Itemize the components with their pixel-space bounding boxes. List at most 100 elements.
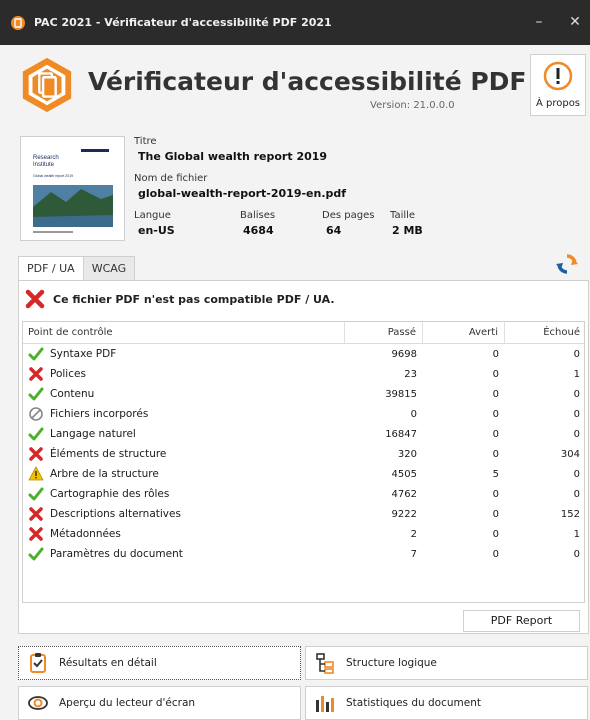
check-icon [28,347,44,361]
pages-value: 64 [326,224,342,237]
checkpoint-name: Fichiers incorporés [50,408,149,420]
cross-icon [29,367,43,381]
app-header: Vérificateur d'accessibilité PDF 2021 Ve… [0,45,590,125]
failed-cell: 1 [573,528,580,540]
title-bar: PAC 2021 - Vérificateur d'accessibilité … [0,0,590,45]
checkpoint-name: Paramètres du document [50,548,183,560]
passed-cell: 39815 [385,388,417,400]
eye-icon [28,696,48,710]
pages-label: Des pages [322,210,375,221]
app-title: Vérificateur d'accessibilité PDF 2021 [88,67,590,96]
minimize-button[interactable]: – [524,12,554,32]
failed-cell: 0 [573,388,580,400]
tab-pdf-ua[interactable]: PDF / UA [18,256,84,281]
checkpoint-cell: Contenu [23,386,345,402]
failed-cell: 0 [573,408,580,420]
passed-cell: 7 [410,548,417,560]
warned-cell: 0 [492,428,499,440]
pdf-report-button[interactable]: PDF Report [463,610,580,632]
logical-structure-label: Structure logique [346,657,437,669]
tags-label: Balises [240,210,276,221]
tags-value: 4684 [243,224,274,237]
header-failed[interactable]: Échoué [505,322,584,343]
warned-cell: 0 [492,508,499,520]
standard-tabs: PDF / UA WCAG [18,256,136,281]
tab-wcag[interactable]: WCAG [82,256,136,280]
checkpoint-cell: Paramètres du document [23,546,345,562]
table-row[interactable]: Contenu 39815 0 0 [23,384,584,404]
passed-cell: 23 [404,368,417,380]
filename-label: Nom de fichier [134,173,208,184]
failed-cell: 1 [573,368,580,380]
table-row[interactable]: Métadonnées 2 0 1 [23,524,584,544]
table-row[interactable]: Cartographie des rôles 4762 0 0 [23,484,584,504]
passed-cell: 9222 [391,508,417,520]
passed-cell: 9698 [391,348,417,360]
checkpoint-name: Arbre de la structure [50,468,159,480]
cross-icon [29,507,43,521]
warning-icon [28,466,44,481]
warned-cell: 0 [492,528,499,540]
logical-structure-button[interactable]: Structure logique [305,646,588,680]
header-checkpoint[interactable]: Point de contrôle [23,322,345,343]
fail-cross-icon [25,289,45,309]
warned-cell: 0 [492,448,499,460]
checkpoints-table: Point de contrôle Passé Averti Échoué Sy… [22,321,585,603]
close-button[interactable]: ✕ [560,12,590,32]
table-row[interactable]: Éléments de structure 320 0 304 [23,444,584,464]
passed-cell: 16847 [385,428,417,440]
window-title: PAC 2021 - Vérificateur d'accessibilité … [34,16,332,29]
header-warned[interactable]: Averti [423,322,505,343]
checkpoint-name: Langage naturel [50,428,136,440]
table-row[interactable]: Paramètres du document 7 0 0 [23,544,584,564]
table-row[interactable]: Arbre de la structure 4505 5 0 [23,464,584,484]
title-value: The Global wealth report 2019 [138,150,328,163]
detailed-results-button[interactable]: Résultats en détail [18,646,301,680]
checkpoint-cell: Syntaxe PDF [23,346,345,362]
passed-cell: 4505 [391,468,417,480]
screen-reader-preview-button[interactable]: Aperçu du lecteur d'écran [18,686,301,720]
svg-text:Global wealth report 2019: Global wealth report 2019 [33,174,73,178]
table-row[interactable]: Fichiers incorporés 0 0 0 [23,404,584,424]
checkpoint-name: Cartographie des rôles [50,488,170,500]
table-header: Point de contrôle Passé Averti Échoué [23,322,584,344]
check-icon [28,547,44,561]
results-panel: Ce fichier PDF n'est pas compatible PDF … [18,280,589,634]
checkpoint-name: Métadonnées [50,528,121,540]
document-statistics-button[interactable]: Statistiques du document [305,686,588,720]
table-row[interactable]: Descriptions alternatives 9222 0 152 [23,504,584,524]
check-icon [28,487,44,501]
table-body: Syntaxe PDF 9698 0 0 Polices 23 0 1 Contenu 39815… [23,344,584,564]
svg-text:Institute: Institute [33,162,55,168]
checkpoint-cell: Métadonnées [23,526,345,542]
warned-cell: 0 [492,348,499,360]
title-label: Titre [134,136,157,147]
checkpoint-cell: Langage naturel [23,426,345,442]
passed-cell: 320 [397,448,417,460]
version-label: Version: 21.0.0.0 [370,100,455,111]
refresh-icon[interactable] [556,253,578,275]
table-row[interactable]: Syntaxe PDF 9698 0 0 [23,344,584,364]
svg-text:Research: Research [33,155,59,161]
passed-cell: 2 [410,528,417,540]
checkpoint-cell: Descriptions alternatives [23,506,345,522]
info-exclamation-icon [543,61,573,91]
status-message: Ce fichier PDF n'est pas compatible PDF … [53,292,335,306]
not-applicable-icon [29,407,43,421]
table-row[interactable]: Langage naturel 16847 0 0 [23,424,584,444]
checkpoint-name: Syntaxe PDF [50,348,117,360]
checkpoint-name: Descriptions alternatives [50,508,181,520]
document-info-panel: Research Institute Global wealth report … [12,128,578,248]
warned-cell: 0 [492,388,499,400]
checkpoint-name: Contenu [50,388,95,400]
failed-cell: 152 [560,508,580,520]
about-label: À propos [535,98,581,109]
passed-cell: 4762 [391,488,417,500]
check-icon [28,427,44,441]
failed-cell: 0 [573,348,580,360]
header-passed[interactable]: Passé [345,322,423,343]
table-row[interactable]: Polices 23 0 1 [23,364,584,384]
passed-cell: 0 [410,408,417,420]
about-button[interactable]: À propos [530,54,586,116]
size-label: Taille [390,210,416,221]
